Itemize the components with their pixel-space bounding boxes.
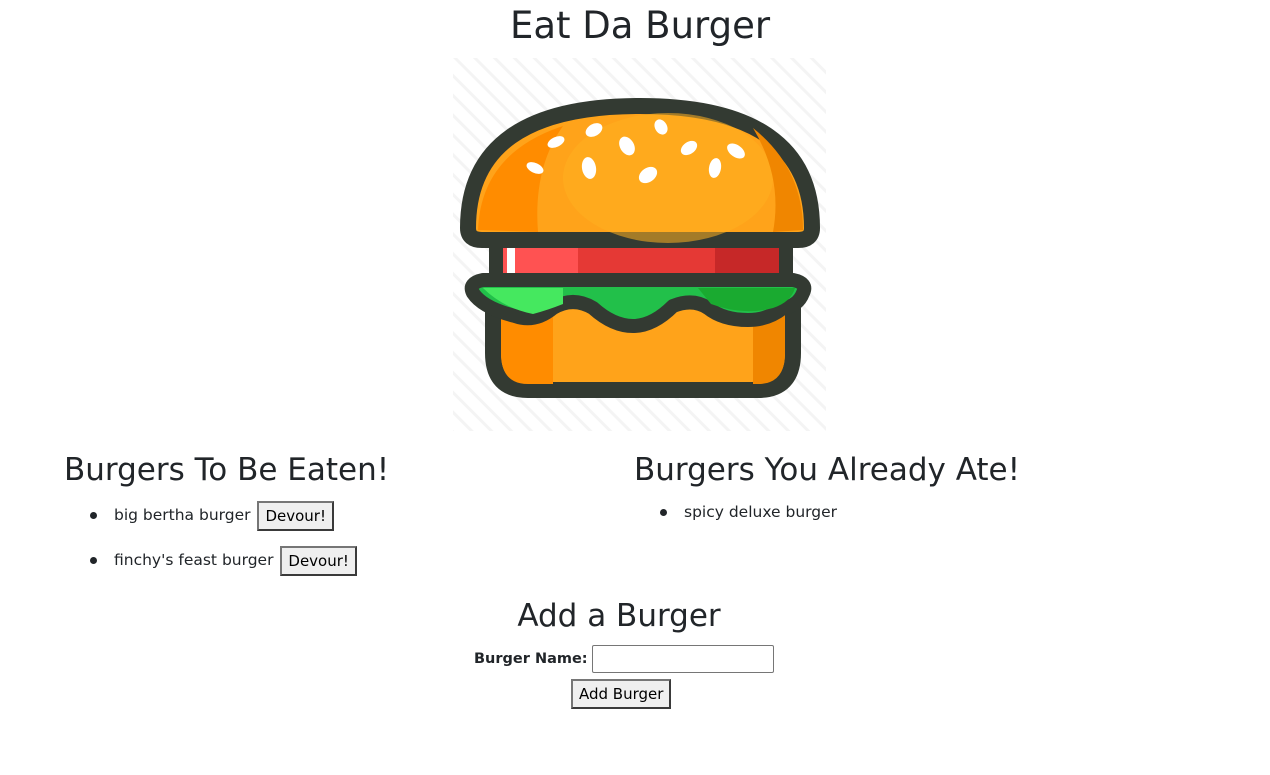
eaten-section-title: Burgers You Already Ate! [634,452,1021,488]
list-item: spicy deluxe burger [660,500,837,524]
list-item: finchy's feast burger Devour! [90,545,357,576]
burger-logo-image [453,58,826,431]
bullet-icon [90,557,97,564]
burger-name-label: Burger Name: [474,651,588,667]
add-burger-form: Burger Name: [474,644,774,674]
burger-name: big bertha burger [114,506,251,524]
bullet-icon [90,512,97,519]
burger-name-input[interactable] [591,645,774,673]
uneaten-section-title: Burgers To Be Eaten! [64,452,390,488]
page-title: Eat Da Burger [509,4,771,47]
add-burger-button[interactable]: Add Burger [571,679,672,709]
list-item: big bertha burger Devour! [90,500,357,531]
devour-button[interactable]: Devour! [280,545,357,576]
uneaten-burger-list: big bertha burger Devour! finchy's feast… [90,500,357,590]
eaten-burger-list: spicy deluxe burger [660,500,837,539]
devour-button[interactable]: Devour! [257,500,334,531]
burger-name: spicy deluxe burger [684,503,838,521]
submit-wrap: Add Burger [571,679,672,709]
bullet-icon [660,509,667,516]
add-burger-title: Add a Burger [517,598,721,634]
burger-name: finchy's feast burger [114,551,274,569]
